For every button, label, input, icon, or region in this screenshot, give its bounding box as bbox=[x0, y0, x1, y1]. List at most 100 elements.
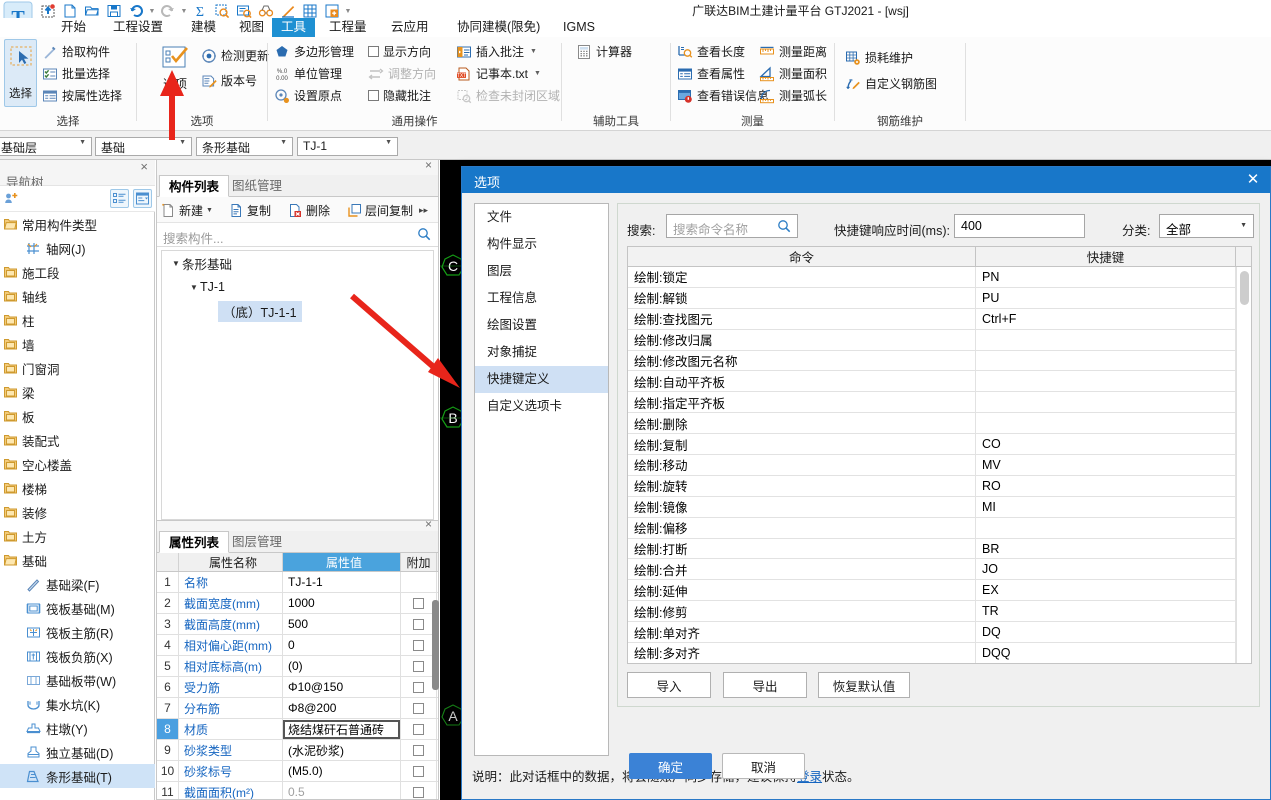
measure-arc-button[interactable]: 测量弧长 bbox=[759, 85, 827, 106]
property-row[interactable]: 5 相对底标高(m) (0) bbox=[157, 656, 438, 677]
search-icon[interactable] bbox=[777, 219, 791, 236]
shortcut-table-row[interactable]: 绘制:修改归属 bbox=[628, 329, 1251, 351]
sidebar-item-7[interactable]: 梁 bbox=[0, 380, 155, 404]
attach-checkbox[interactable] bbox=[413, 744, 424, 756]
dialog-nav-item-2[interactable]: 图层 bbox=[475, 258, 608, 285]
loss-maintain-button[interactable]: 损耗维护 bbox=[845, 47, 913, 68]
shortcut-key-cell[interactable] bbox=[976, 350, 1236, 371]
new-component-button[interactable]: 新建 ▼ bbox=[161, 201, 213, 219]
attach-checkbox[interactable] bbox=[413, 681, 424, 693]
set-origin-button[interactable]: 设置原点 bbox=[274, 85, 342, 106]
component-type-combo[interactable]: 条形基础 ▼ bbox=[196, 137, 293, 156]
category-combo[interactable]: 基础 ▼ bbox=[95, 137, 192, 156]
shortcut-key-cell[interactable]: EX bbox=[976, 580, 1236, 601]
tab-property-list[interactable]: 属性列表 bbox=[159, 531, 230, 553]
search-icon[interactable] bbox=[417, 227, 431, 244]
property-row[interactable]: 7 分布筋 Φ8@200 bbox=[157, 698, 438, 719]
property-row[interactable]: 3 截面高度(mm) 500 bbox=[157, 614, 438, 635]
property-row-value[interactable]: 烧结煤矸石普通砖 bbox=[283, 719, 401, 739]
shortcut-key-cell[interactable]: DQQ bbox=[976, 643, 1236, 663]
dialog-nav-item-1[interactable]: 构件显示 bbox=[475, 231, 608, 258]
unit-manage-button[interactable]: %.0 0.00 单位管理 bbox=[274, 63, 342, 84]
tab-igms[interactable]: IGMS bbox=[554, 18, 604, 37]
property-row[interactable]: 10 砂浆标号 (M5.0) bbox=[157, 761, 438, 782]
chevron-down-icon[interactable]: ▼ bbox=[79, 139, 86, 146]
tab-view[interactable]: 视图 bbox=[230, 18, 273, 37]
shortcut-key-cell[interactable] bbox=[976, 371, 1236, 392]
close-icon[interactable]: × bbox=[140, 159, 148, 174]
dialog-nav-item-0[interactable]: 文件 bbox=[475, 204, 608, 231]
sidebar-item-8[interactable]: 板 bbox=[0, 404, 155, 428]
property-row[interactable]: 4 相对偏心距(mm) 0 bbox=[157, 635, 438, 656]
attach-checkbox[interactable] bbox=[413, 723, 424, 735]
chevron-down-icon[interactable]: ▼ bbox=[530, 48, 537, 55]
shortcut-key-cell[interactable] bbox=[976, 392, 1236, 413]
close-icon[interactable]: ✕ bbox=[1244, 170, 1262, 188]
sidebar-item-4[interactable]: 柱 bbox=[0, 308, 155, 332]
check-update-button[interactable]: 检测更新 bbox=[201, 45, 269, 66]
delete-component-button[interactable]: 删除 bbox=[288, 201, 330, 219]
property-row-value[interactable]: (0) bbox=[283, 656, 401, 676]
sidebar-item-6[interactable]: 门窗洞 bbox=[0, 356, 155, 380]
property-row[interactable]: 6 受力筋 Φ10@150 bbox=[157, 677, 438, 698]
shortcut-key-cell[interactable] bbox=[976, 413, 1236, 434]
shortcut-table-row[interactable]: 绘制:指定平齐板 bbox=[628, 392, 1251, 414]
sidebar-item-13[interactable]: 土方 bbox=[0, 524, 155, 548]
property-row-attach[interactable] bbox=[401, 761, 437, 781]
export-button[interactable]: 导出 bbox=[723, 672, 807, 698]
sidebar-item-11[interactable]: 楼梯 bbox=[0, 476, 155, 500]
tab-drawing-manage[interactable]: 图纸管理 bbox=[223, 175, 291, 197]
sidebar-item-5[interactable]: 墙 bbox=[0, 332, 155, 356]
measure-distance-button[interactable]: 测量距离 bbox=[759, 41, 827, 62]
shortcut-table-row[interactable]: 绘制:多对齐 DQQ bbox=[628, 643, 1251, 663]
sidebar-item-19[interactable]: 基础板带(W) bbox=[0, 668, 155, 692]
notepad-button[interactable]: TXT 记事本.txt ▼ bbox=[456, 63, 541, 84]
shortcut-table-row[interactable]: 绘制:打断 BR bbox=[628, 538, 1251, 560]
pick-component-button[interactable]: 拾取构件 bbox=[42, 41, 110, 62]
shortcut-table-row[interactable]: 绘制:单对齐 DQ bbox=[628, 622, 1251, 644]
view-length-button[interactable]: 查看长度 bbox=[677, 41, 745, 62]
sidebar-item-16[interactable]: 筏板基础(M) bbox=[0, 596, 155, 620]
chevron-down-icon[interactable]: ▼ bbox=[280, 139, 287, 146]
add-component-icon[interactable] bbox=[4, 191, 18, 208]
shortcut-table-row[interactable]: 绘制:合并 JO bbox=[628, 559, 1251, 581]
shortcut-table-row[interactable]: 绘制:镜像 MI bbox=[628, 496, 1251, 518]
options-big-button[interactable]: 选项 bbox=[147, 39, 203, 107]
sidebar-item-17[interactable]: 筏板主筋(R) bbox=[0, 620, 155, 644]
property-row-attach[interactable] bbox=[401, 719, 437, 739]
polygon-manage-button[interactable]: 多边形管理 bbox=[274, 41, 354, 62]
show-direction-toggle[interactable]: 显示方向 bbox=[368, 41, 431, 62]
sidebar-item-2[interactable]: 施工段 bbox=[0, 260, 155, 284]
property-row-value[interactable]: Φ10@150 bbox=[283, 677, 401, 697]
sidebar-item-0[interactable]: 常用构件类型 bbox=[0, 212, 155, 236]
shortcut-table-row[interactable]: 绘制:偏移 bbox=[628, 517, 1251, 539]
copy-component-button[interactable]: 复制 bbox=[229, 201, 271, 219]
component-search-input[interactable]: 搜索构件... bbox=[157, 223, 438, 247]
shortcut-table-row[interactable]: 绘制:锁定 PN bbox=[628, 267, 1251, 288]
property-value-editor[interactable]: 烧结煤矸石普通砖 bbox=[283, 719, 400, 739]
import-button[interactable]: 导入 bbox=[627, 672, 711, 698]
floor-combo[interactable]: 基础层 ▼ bbox=[0, 137, 92, 156]
view-property-button[interactable]: 查看属性 bbox=[677, 63, 745, 84]
property-row[interactable]: 11 截面面积(m²) 0.5 bbox=[157, 782, 438, 799]
category-select[interactable]: 全部 ▼ bbox=[1159, 214, 1254, 238]
shortcut-key-cell[interactable]: Ctrl+F bbox=[976, 308, 1236, 329]
chevron-down-icon[interactable]: ▼ bbox=[206, 207, 213, 214]
tab-project-settings[interactable]: 工程设置 bbox=[104, 18, 172, 37]
shortcut-key-cell[interactable]: RO bbox=[976, 475, 1236, 496]
tab-start[interactable]: 开始 bbox=[52, 18, 95, 37]
property-row-value[interactable]: (M5.0) bbox=[283, 761, 401, 781]
property-row-value[interactable]: 0 bbox=[283, 635, 401, 655]
detail-view-icon[interactable] bbox=[133, 189, 152, 208]
sidebar-item-3[interactable]: 轴线 bbox=[0, 284, 155, 308]
tab-quantity[interactable]: 工程量 bbox=[320, 18, 376, 37]
sidebar-item-1[interactable]: 轴网(J) bbox=[0, 236, 155, 260]
dialog-nav-item-4[interactable]: 绘图设置 bbox=[475, 312, 608, 339]
shortcut-table-row[interactable]: 绘制:自动平齐板 bbox=[628, 371, 1251, 393]
sidebar-item-15[interactable]: 基础梁(F) bbox=[0, 572, 155, 596]
chevron-down-icon[interactable]: ▼ bbox=[1240, 222, 1247, 229]
cancel-button[interactable]: 取消 bbox=[722, 753, 805, 779]
sidebar-item-18[interactable]: 筏板负筋(X) bbox=[0, 644, 155, 668]
shortcut-table-row[interactable]: 绘制:解锁 PU bbox=[628, 287, 1251, 309]
chevron-down-icon[interactable]: ▼ bbox=[179, 139, 186, 146]
